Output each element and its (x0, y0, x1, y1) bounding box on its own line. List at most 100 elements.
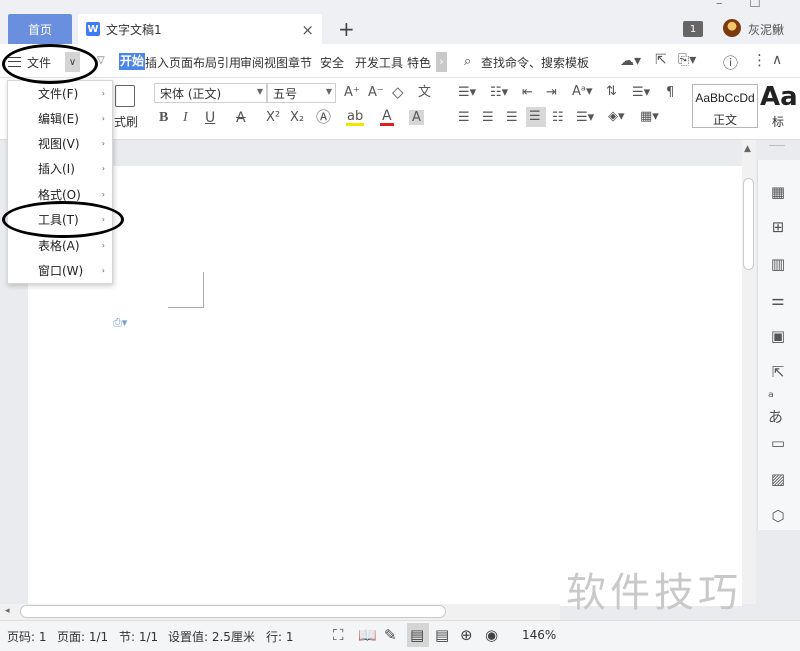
avatar[interactable] (723, 19, 741, 37)
collapse-ribbon-icon[interactable]: ∧ (772, 52, 782, 68)
read-mode-icon[interactable]: 📖 (358, 626, 377, 644)
tabs-scroll-right-icon[interactable]: › (436, 52, 447, 72)
outline-view-icon[interactable]: ▤ (435, 626, 449, 644)
close-tab-icon[interactable]: × (301, 21, 314, 39)
archive-icon[interactable]: ▭ (768, 433, 788, 453)
menu-item-file[interactable]: 文件(F) › (8, 81, 112, 106)
zoom-level[interactable]: 146% (522, 628, 556, 642)
document-page[interactable] (28, 166, 742, 606)
search-icon[interactable]: ⌕ (464, 54, 471, 69)
scroll-up-icon[interactable]: ▲ (744, 144, 751, 154)
distribute-icon[interactable]: ☷ (552, 111, 564, 124)
italic-button[interactable]: I (183, 111, 188, 125)
tab-security[interactable]: 安全 (320, 54, 344, 71)
horizontal-scroll-thumb[interactable] (20, 605, 446, 618)
format-painter-icon[interactable] (115, 85, 135, 107)
command-search[interactable]: 查找命令、搜索模板 (481, 54, 589, 71)
tab-document[interactable]: W 文字文稿1 × (78, 14, 322, 44)
align-left-icon[interactable]: ☰ (458, 111, 470, 124)
strikethrough-button[interactable]: A (236, 111, 246, 125)
align-right-icon[interactable]: ☰ (506, 111, 518, 124)
grow-font-icon[interactable]: A⁺ (344, 86, 360, 99)
numbered-list-icon[interactable]: ☷▾ (490, 86, 508, 99)
more-icon[interactable]: ⋮ (752, 51, 767, 69)
fullscreen-icon[interactable]: ⛶ (333, 626, 344, 644)
status-row[interactable]: 行: 1 (266, 628, 294, 645)
settings-sliders-icon[interactable]: ⚌ (768, 290, 788, 310)
image-gallery-icon[interactable]: ▣ (768, 326, 788, 346)
superscript-button[interactable]: X² (266, 111, 280, 124)
decrease-indent-icon[interactable]: ⇤ (522, 86, 533, 99)
quick-access-dropdown-icon[interactable]: ▽ (97, 55, 105, 66)
font-size-select[interactable]: 五号 ▼ (267, 83, 336, 103)
tab-chapter[interactable]: 章节 (288, 54, 312, 71)
menu-item-view[interactable]: 视图(V) › (8, 131, 112, 156)
shading-icon[interactable]: ◈▾ (608, 110, 625, 123)
cloud-icon[interactable]: ☁▾ (620, 53, 641, 69)
share-out-icon[interactable]: ⇱ (768, 362, 788, 382)
help-icon[interactable]: ⓘ (723, 52, 738, 73)
web-view-icon[interactable]: ⊕ (460, 626, 473, 644)
font-color-button[interactable]: A (380, 109, 394, 126)
justify-icon[interactable]: ☰ (526, 107, 546, 127)
username[interactable]: 灰泥鳅 (748, 21, 784, 38)
chart-icon[interactable]: ▥ (768, 254, 788, 274)
format-painter-label[interactable]: 式刷 (114, 113, 138, 130)
status-section[interactable]: 节: 1/1 (119, 628, 158, 645)
tab-view[interactable]: 视图 (264, 54, 288, 71)
menu-item-insert[interactable]: 插入(I) › (8, 156, 112, 181)
export-icon[interactable]: ⎘▾ (678, 52, 696, 68)
tab-insert[interactable]: 插入 (145, 54, 169, 71)
style-normal[interactable]: AaBbCcDd 正文 (692, 84, 758, 128)
subscript-button[interactable]: X₂ (290, 111, 304, 124)
border-icon[interactable]: ▦▾ (640, 110, 659, 123)
eye-protection-icon[interactable]: ◉ (485, 626, 498, 644)
change-case-icon[interactable]: Aᵃ▾ (572, 85, 593, 98)
tab-review[interactable]: 审阅 (240, 54, 264, 71)
clear-format-icon[interactable]: ◇ (392, 85, 404, 100)
char-shading-button[interactable]: A (409, 110, 424, 125)
pen-icon[interactable]: ✎ (384, 626, 397, 644)
maximize-icon[interactable]: ☐ (749, 0, 761, 11)
translate-icon[interactable]: ᵃあ (768, 388, 788, 426)
sort-icon[interactable]: ⇅ (606, 85, 617, 98)
shrink-font-icon[interactable]: A⁻ (368, 86, 384, 99)
font-name-select[interactable]: 宋体 (正文) ▼ (154, 83, 267, 103)
paragraph-spacing-icon[interactable]: ☰▾ (576, 111, 594, 124)
status-setting[interactable]: 设置值: 2.5厘米 (168, 628, 255, 645)
underline-button[interactable]: U (205, 111, 215, 125)
tab-start[interactable]: 开始 (119, 53, 146, 70)
align-center-icon[interactable]: ☰ (482, 111, 494, 124)
text-effect-icon[interactable]: Ⓐ (316, 110, 331, 125)
bullet-list-icon[interactable]: ☰▾ (458, 86, 476, 99)
paste-options-icon[interactable]: ⎙▾ (113, 316, 127, 330)
scroll-left-icon[interactable]: ◂ (5, 606, 10, 616)
tab-developer[interactable]: 开发工具 (355, 54, 403, 71)
style-heading-preview[interactable]: Aa (760, 82, 798, 112)
line-spacing-icon[interactable]: ☰▾ (632, 86, 650, 99)
vertical-scroll-thumb[interactable] (743, 178, 754, 270)
picture-icon[interactable]: ▨ (768, 469, 788, 489)
menu-item-window[interactable]: 窗口(W) › (8, 258, 112, 283)
tab-home[interactable]: 首页 (8, 14, 72, 44)
tab-page-layout[interactable]: 页面布局 (169, 54, 217, 71)
tab-featured[interactable]: 特色 (407, 54, 431, 71)
shield-icon[interactable]: ⬡ (768, 506, 788, 526)
page-view-icon[interactable]: ▤ (407, 623, 429, 647)
menu-item-edit[interactable]: 编辑(E) › (8, 106, 112, 131)
new-tab-button[interactable]: + (338, 17, 355, 41)
style-heading-label[interactable]: 标 (772, 113, 784, 130)
share-icon[interactable]: ⇱ (655, 52, 667, 68)
table-icon[interactable]: ▦ (768, 182, 788, 202)
increase-indent-icon[interactable]: ⇥ (546, 86, 557, 99)
highlight-button[interactable]: ab (346, 110, 365, 126)
tab-references[interactable]: 引用 (217, 54, 241, 71)
apps-icon[interactable]: ⊞ (768, 217, 788, 237)
status-page-number[interactable]: 页码: 1 (7, 628, 47, 645)
bold-button[interactable]: B (159, 111, 168, 125)
status-pages[interactable]: 页面: 1/1 (57, 628, 108, 645)
minimize-icon[interactable]: – (716, 0, 723, 11)
phonetic-icon[interactable]: 文 (418, 86, 431, 99)
window-count-badge[interactable]: 1 (683, 21, 703, 37)
show-marks-icon[interactable]: ¶ (666, 86, 674, 99)
